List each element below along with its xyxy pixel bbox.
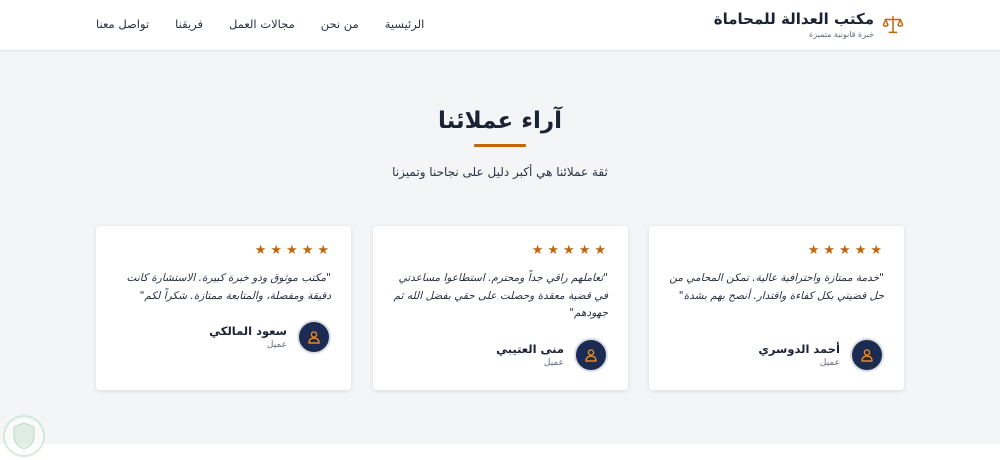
author-role: عميل bbox=[819, 357, 840, 368]
site-header: مكتب العدالة للمحاماة خبرة قانونية متميز… bbox=[0, 0, 1000, 51]
section-subtitle: ثقة عملائنا هي أكبر دليل على نجاحنا وتمي… bbox=[392, 165, 608, 179]
star-icon: ★ bbox=[578, 243, 591, 258]
star-icon: ★ bbox=[270, 243, 283, 258]
star-rating: ★ ★ ★ ★ ★ bbox=[255, 244, 329, 258]
testimonial-quote: "مكتب موثوق وذو خبرة كبيرة. الاستشارة كا… bbox=[126, 272, 331, 302]
author-name: سعود المالكي bbox=[209, 323, 287, 338]
star-icon: ★ bbox=[286, 243, 298, 258]
scales-icon bbox=[882, 15, 904, 33]
star-icon: ★ bbox=[317, 243, 329, 258]
title-underline bbox=[474, 144, 526, 147]
author-info: أحمد الدوسري عميل bbox=[758, 341, 840, 370]
author-role: عميل bbox=[266, 339, 287, 350]
brand[interactable]: مكتب العدالة للمحاماة خبرة قانونية متميز… bbox=[714, 9, 904, 40]
shield-watermark-icon bbox=[3, 415, 45, 457]
author-info: منى العتيبي عميل bbox=[496, 341, 564, 370]
section-title: آراء عملائنا bbox=[437, 108, 563, 134]
user-icon bbox=[585, 349, 597, 362]
star-icon: ★ bbox=[254, 243, 267, 258]
testimonial-author: سعود المالكي عميل bbox=[209, 320, 331, 354]
star-icon: ★ bbox=[301, 243, 314, 258]
star-icon: ★ bbox=[547, 243, 560, 258]
author-name: أحمد الدوسري bbox=[758, 341, 840, 356]
star-icon: ★ bbox=[823, 243, 836, 258]
star-icon: ★ bbox=[839, 243, 851, 258]
brand-title: مكتب العدالة للمحاماة bbox=[713, 10, 874, 28]
testimonial-author: أحمد الدوسري عميل bbox=[758, 338, 884, 372]
nav-contact[interactable]: تواصل معنا bbox=[96, 15, 149, 33]
star-icon: ★ bbox=[531, 243, 544, 258]
author-name: منى العتيبي bbox=[496, 341, 564, 356]
avatar bbox=[850, 338, 884, 372]
star-icon: ★ bbox=[854, 243, 867, 258]
star-icon: ★ bbox=[563, 243, 575, 258]
testimonial-card: ★ ★ ★ ★ ★ "تعاملهم راقي جداً ومحترم. است… bbox=[373, 226, 628, 390]
star-rating: ★ ★ ★ ★ ★ bbox=[808, 244, 882, 258]
footer-band bbox=[0, 444, 1000, 460]
user-icon bbox=[861, 349, 873, 362]
nav-team[interactable]: فريقنا bbox=[175, 15, 203, 33]
testimonial-quote: "خدمة ممتازة واحترافية عالية. تمكن المحا… bbox=[669, 272, 884, 302]
star-icon: ★ bbox=[870, 243, 882, 258]
brand-subtitle: خبرة قانونية متميزة bbox=[809, 30, 874, 39]
star-rating: ★ ★ ★ ★ ★ bbox=[532, 244, 606, 258]
brand-text: مكتب العدالة للمحاماة خبرة قانونية متميز… bbox=[714, 9, 874, 40]
main-nav: الرئيسية من نحن مجالات العمل فريقنا تواص… bbox=[96, 15, 424, 33]
user-icon bbox=[308, 331, 320, 344]
nav-home[interactable]: الرئيسية bbox=[385, 15, 425, 33]
author-role: عميل bbox=[543, 357, 564, 368]
avatar bbox=[297, 320, 331, 354]
star-icon: ★ bbox=[594, 243, 606, 258]
testimonial-quote: "تعاملهم راقي جداً ومحترم. استطاعوا مساع… bbox=[393, 272, 608, 319]
nav-practice-areas[interactable]: مجالات العمل bbox=[229, 15, 295, 33]
testimonial-card: ★ ★ ★ ★ ★ "خدمة ممتازة واحترافية عالية. … bbox=[649, 226, 904, 390]
testimonial-card: ★ ★ ★ ★ ★ "مكتب موثوق وذو خبرة كبيرة. ال… bbox=[96, 226, 351, 390]
testimonial-author: منى العتيبي عميل bbox=[496, 338, 608, 372]
star-icon: ★ bbox=[807, 243, 820, 258]
nav-about[interactable]: من نحن bbox=[321, 15, 359, 33]
author-info: سعود المالكي عميل bbox=[209, 323, 287, 352]
avatar bbox=[574, 338, 608, 372]
